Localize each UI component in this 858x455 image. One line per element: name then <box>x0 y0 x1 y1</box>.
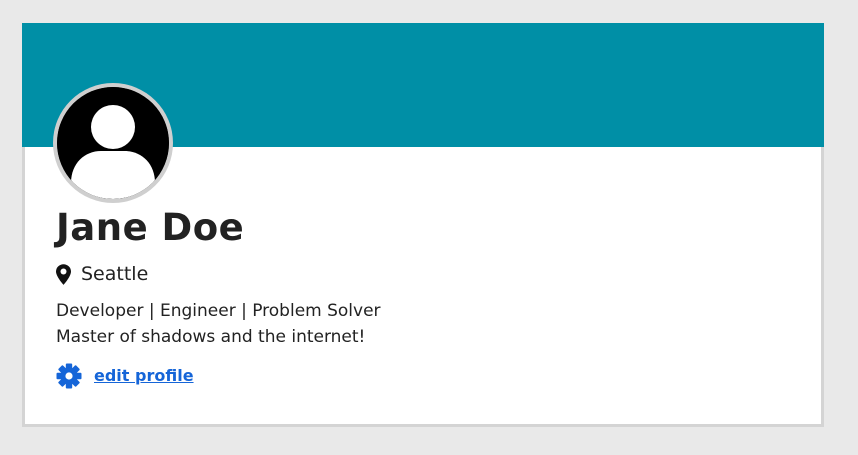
map-pin-icon <box>56 263 71 285</box>
location: Seattle <box>56 261 148 287</box>
edit-profile-link[interactable]: edit profile <box>94 364 194 388</box>
bio: Developer | Engineer | Problem Solver Ma… <box>56 298 756 350</box>
edit-profile-row[interactable]: edit profile <box>56 363 194 389</box>
location-text: Seattle <box>81 263 149 285</box>
bio-line-tagline: Master of shadows and the internet! <box>56 327 366 347</box>
gear-icon[interactable] <box>56 363 82 389</box>
user-avatar-icon <box>57 87 169 199</box>
profile-name: Jane Doe <box>56 206 245 249</box>
bio-line-roles: Developer | Engineer | Problem Solver <box>56 301 381 321</box>
profile-card: Jane Doe Seattle Developer | Engineer | … <box>22 23 824 427</box>
avatar <box>53 83 173 203</box>
